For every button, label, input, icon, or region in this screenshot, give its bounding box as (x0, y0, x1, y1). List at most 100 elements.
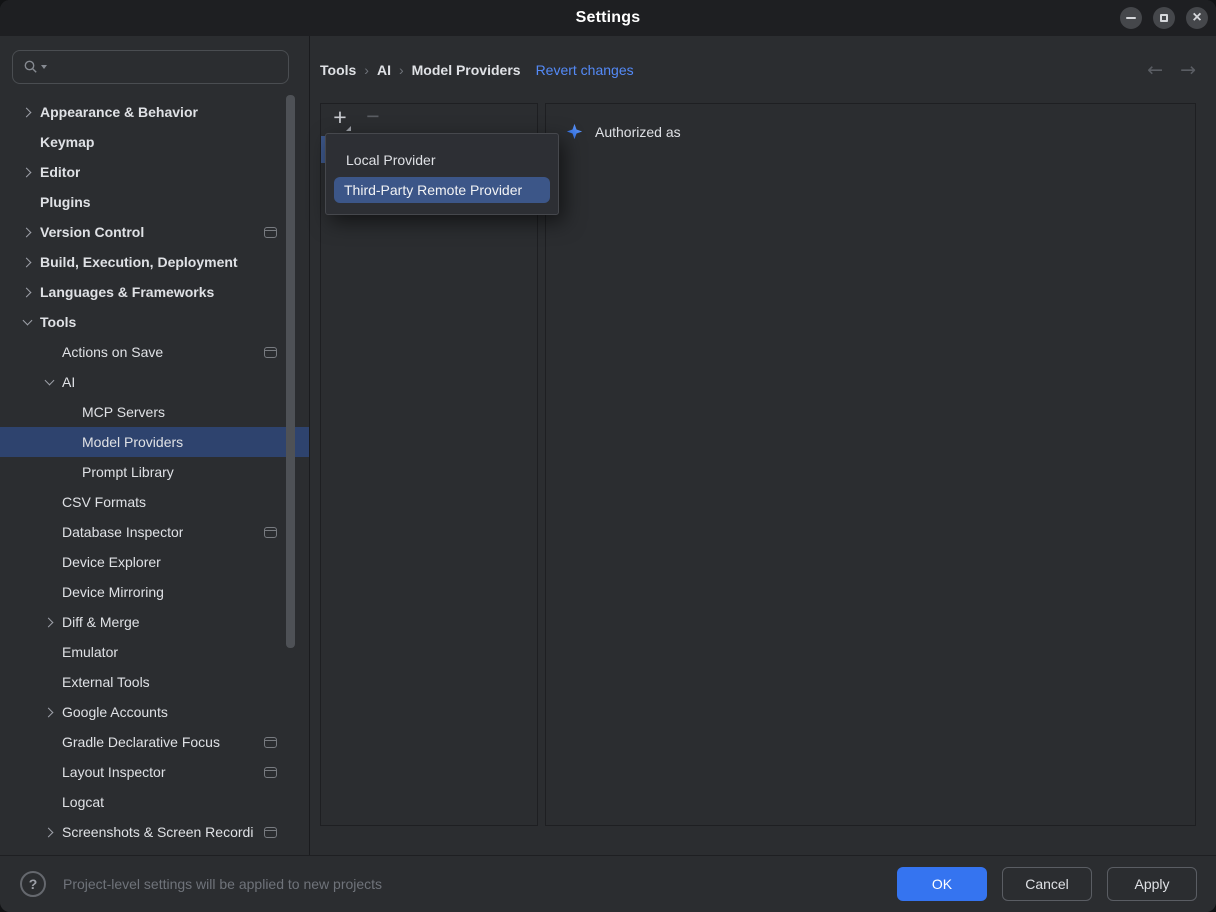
sidebar-item-build-execution-deployment[interactable]: Build, Execution, Deployment (0, 247, 309, 277)
sidebar-item-label: CSV Formats (62, 494, 146, 510)
sidebar-item-editor[interactable]: Editor (0, 157, 309, 187)
plus-icon: + (333, 104, 346, 130)
settings-tree: Appearance & Behavior Keymap Editor Plug… (0, 97, 309, 847)
project-level-icon (264, 227, 277, 238)
chevron-right-icon[interactable] (21, 167, 31, 177)
breadcrumb-separator: › (399, 62, 404, 78)
project-level-icon (264, 737, 277, 748)
window-title: Settings (576, 9, 641, 27)
popup-item-local-provider[interactable]: Local Provider (326, 147, 558, 173)
remove-provider-button[interactable]: − (363, 107, 383, 129)
breadcrumb-ai[interactable]: AI (377, 62, 391, 78)
sidebar-item-label: Gradle Declarative Focus (62, 734, 220, 750)
sidebar-item-screenshots-screen-recording[interactable]: Screenshots & Screen Recordi (0, 817, 309, 847)
sidebar-item-tools[interactable]: Tools (0, 307, 309, 337)
sidebar-scrollbar[interactable] (286, 95, 295, 648)
sidebar-item-label: MCP Servers (82, 404, 165, 420)
sidebar-item-mcp-servers[interactable]: MCP Servers (0, 397, 309, 427)
sidebar-item-label: Prompt Library (82, 464, 174, 480)
chevron-right-icon[interactable] (43, 617, 53, 627)
dialog-buttons: OK Cancel Apply (897, 867, 1197, 901)
breadcrumb-tools[interactable]: Tools (320, 62, 356, 78)
sidebar-item-google-accounts[interactable]: Google Accounts (0, 697, 309, 727)
settings-dialog: Settings × Appearance & Behavior (0, 0, 1216, 912)
add-provider-button[interactable]: + (330, 107, 350, 129)
help-button[interactable]: ? (20, 871, 46, 897)
sidebar-item-label: Build, Execution, Deployment (40, 254, 238, 270)
sidebar-item-device-mirroring[interactable]: Device Mirroring (0, 577, 309, 607)
project-level-icon (264, 827, 277, 838)
sidebar-item-emulator[interactable]: Emulator (0, 637, 309, 667)
apply-button[interactable]: Apply (1107, 867, 1197, 901)
sidebar-item-appearance-behavior[interactable]: Appearance & Behavior (0, 97, 309, 127)
sidebar-item-gradle-declarative-focus[interactable]: Gradle Declarative Focus (0, 727, 309, 757)
breadcrumb-model-providers[interactable]: Model Providers (412, 62, 521, 78)
sidebar-item-label: Keymap (40, 134, 94, 150)
settings-search-input[interactable] (47, 58, 280, 76)
chevron-down-icon[interactable] (22, 316, 32, 326)
maximize-button[interactable] (1153, 7, 1175, 29)
sidebar-item-label: External Tools (62, 674, 150, 690)
sidebar-item-label: Appearance & Behavior (40, 104, 198, 120)
sidebar-item-ai[interactable]: AI (0, 367, 309, 397)
footer-status-text: Project-level settings will be applied t… (63, 876, 382, 892)
sidebar-item-version-control[interactable]: Version Control (0, 217, 309, 247)
sidebar-item-model-providers[interactable]: Model Providers (0, 427, 309, 457)
authorized-as-row: Authorized as (546, 104, 1195, 140)
sidebar-item-actions-on-save[interactable]: Actions on Save (0, 337, 309, 367)
back-arrow-icon[interactable]: ← (1147, 59, 1163, 81)
sidebar-item-label: Screenshots & Screen Recordi (62, 824, 253, 840)
sidebar-item-label: Model Providers (82, 434, 183, 450)
sidebar-item-label: Version Control (40, 224, 144, 240)
breadcrumb: Tools › AI › Model Providers Revert chan… (310, 36, 1216, 103)
popup-item-third-party-remote-provider[interactable]: Third-Party Remote Provider (334, 177, 550, 203)
add-provider-popup: Local Provider Third-Party Remote Provid… (325, 133, 559, 215)
sidebar-item-external-tools[interactable]: External Tools (0, 667, 309, 697)
sidebar-item-label: Diff & Merge (62, 614, 140, 630)
chevron-right-icon[interactable] (43, 707, 53, 717)
settings-search-box[interactable] (12, 50, 289, 84)
provider-list-toolbar: + − (321, 104, 537, 129)
sidebar-item-label: Device Explorer (62, 554, 161, 570)
project-level-icon (264, 767, 277, 778)
sidebar-item-label: Actions on Save (62, 344, 163, 360)
main-area: Tools › AI › Model Providers Revert chan… (310, 36, 1216, 855)
chevron-right-icon[interactable] (43, 827, 53, 837)
sidebar-item-database-inspector[interactable]: Database Inspector (0, 517, 309, 547)
sidebar-item-label: Database Inspector (62, 524, 183, 540)
chevron-right-icon[interactable] (21, 227, 31, 237)
sidebar-item-keymap[interactable]: Keymap (0, 127, 309, 157)
forward-arrow-icon[interactable]: → (1180, 59, 1196, 81)
question-mark-icon: ? (29, 876, 38, 892)
dropdown-caret-icon (346, 126, 351, 131)
sidebar-item-csv-formats[interactable]: CSV Formats (0, 487, 309, 517)
ai-sparkle-icon (566, 123, 583, 140)
sidebar-item-languages-frameworks[interactable]: Languages & Frameworks (0, 277, 309, 307)
chevron-right-icon[interactable] (21, 287, 31, 297)
provider-detail-panel: Authorized as (545, 103, 1196, 826)
sidebar-item-diff-merge[interactable]: Diff & Merge (0, 607, 309, 637)
sidebar-item-device-explorer[interactable]: Device Explorer (0, 547, 309, 577)
chevron-down-icon[interactable] (44, 376, 54, 386)
maximize-icon (1160, 14, 1168, 22)
revert-changes-link[interactable]: Revert changes (536, 62, 634, 78)
chevron-right-icon[interactable] (21, 257, 31, 267)
close-button[interactable]: × (1186, 7, 1208, 29)
chevron-right-icon[interactable] (21, 107, 31, 117)
sidebar-item-plugins[interactable]: Plugins (0, 187, 309, 217)
sidebar-item-prompt-library[interactable]: Prompt Library (0, 457, 309, 487)
minimize-button[interactable] (1120, 7, 1142, 29)
titlebar: Settings × (0, 0, 1216, 36)
sidebar-item-layout-inspector[interactable]: Layout Inspector (0, 757, 309, 787)
sidebar-item-label: Emulator (62, 644, 118, 660)
project-level-icon (264, 527, 277, 538)
search-icon (23, 59, 39, 75)
sidebar-item-logcat[interactable]: Logcat (0, 787, 309, 817)
ok-button[interactable]: OK (897, 867, 987, 901)
sidebar-item-label: Languages & Frameworks (40, 284, 214, 300)
sidebar-item-label: Plugins (40, 194, 91, 210)
cancel-button[interactable]: Cancel (1002, 867, 1092, 901)
sidebar-item-label: Device Mirroring (62, 584, 164, 600)
sidebar-item-label: Tools (40, 314, 76, 330)
settings-sidebar: Appearance & Behavior Keymap Editor Plug… (0, 36, 310, 855)
